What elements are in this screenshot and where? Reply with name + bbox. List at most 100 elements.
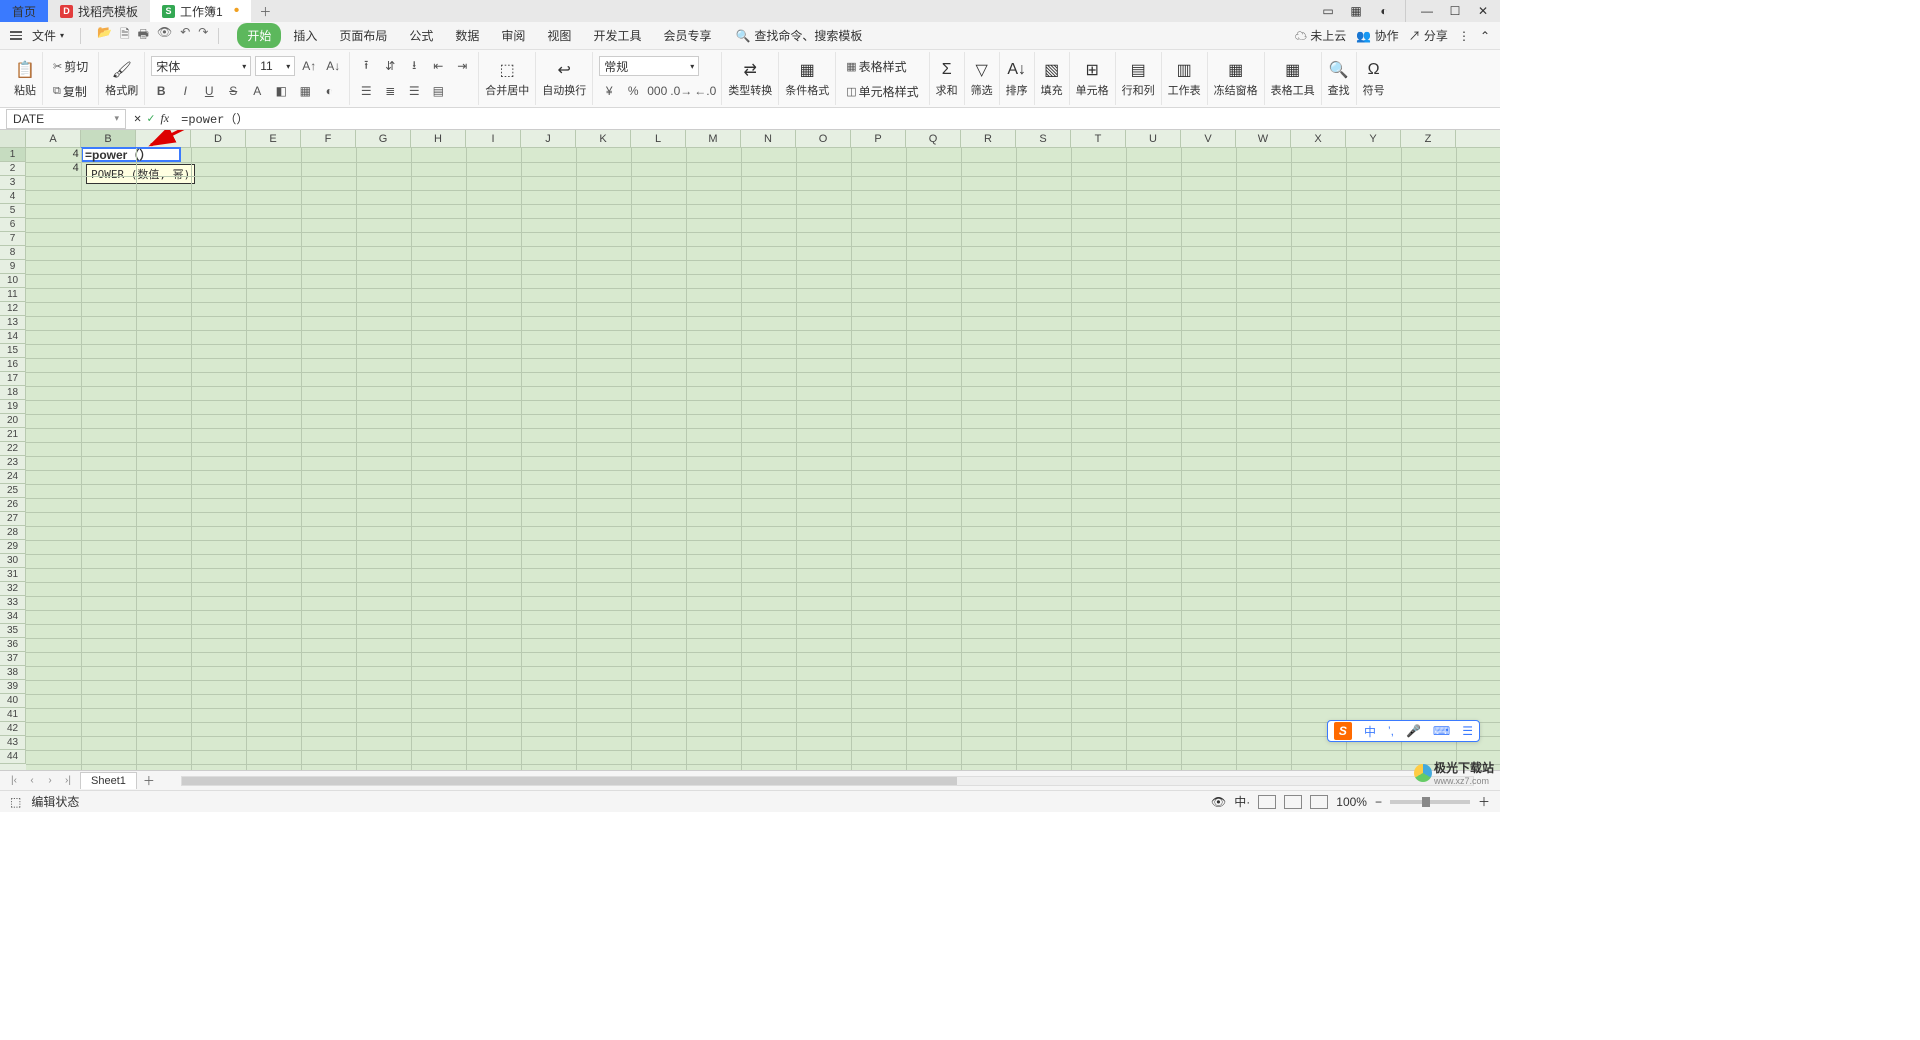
row-header-22[interactable]: 22 <box>0 442 26 456</box>
col-header-A[interactable]: A <box>26 130 81 147</box>
tab-dev[interactable]: 开发工具 <box>583 23 651 48</box>
row-header-32[interactable]: 32 <box>0 582 26 596</box>
col-header-X[interactable]: X <box>1291 130 1346 147</box>
name-box[interactable]: DATE▾ <box>6 109 126 129</box>
col-header-U[interactable]: U <box>1126 130 1181 147</box>
row-header-19[interactable]: 19 <box>0 400 26 414</box>
row-header-30[interactable]: 30 <box>0 554 26 568</box>
undo-icon[interactable]: ↶ <box>180 25 190 46</box>
col-header-S[interactable]: S <box>1016 130 1071 147</box>
table-style-button[interactable]: ▦ 表格样式 <box>842 56 922 77</box>
merge-button[interactable]: ⬚合并居中 <box>485 60 529 98</box>
indent-dec-icon[interactable]: ⇤ <box>428 56 448 76</box>
row-header-25[interactable]: 25 <box>0 484 26 498</box>
ime-punct[interactable]: ’, <box>1382 724 1400 738</box>
number-format-select[interactable]: 常规▾ <box>599 56 699 76</box>
row-header-24[interactable]: 24 <box>0 470 26 484</box>
align-middle-icon[interactable]: ⇵ <box>380 56 400 76</box>
formula-input[interactable]: =power（） <box>177 110 1500 127</box>
row-header-8[interactable]: 8 <box>0 246 26 260</box>
col-header-O[interactable]: O <box>796 130 851 147</box>
row-header-39[interactable]: 39 <box>0 680 26 694</box>
row-header-33[interactable]: 33 <box>0 596 26 610</box>
print-icon[interactable]: 🖶 <box>138 25 149 46</box>
italic-button[interactable]: I <box>175 81 195 101</box>
ime-voice-icon[interactable]: 🎤 <box>1400 724 1427 738</box>
sum-button[interactable]: Σ求和 <box>936 60 958 98</box>
maximize-button[interactable]: ☐ <box>1446 2 1464 20</box>
grow-font-icon[interactable]: A↑ <box>299 56 319 76</box>
row-header-35[interactable]: 35 <box>0 624 26 638</box>
col-header-G[interactable]: G <box>356 130 411 147</box>
row-header-11[interactable]: 11 <box>0 288 26 302</box>
row-header-15[interactable]: 15 <box>0 344 26 358</box>
col-header-Q[interactable]: Q <box>906 130 961 147</box>
row-header-9[interactable]: 9 <box>0 260 26 274</box>
tab-insert[interactable]: 插入 <box>283 23 327 48</box>
bold-button[interactable]: B <box>151 81 171 101</box>
col-header-D[interactable]: D <box>191 130 246 147</box>
highlight-button[interactable]: ◐ <box>319 81 339 101</box>
row-header-34[interactable]: 34 <box>0 610 26 624</box>
filter-button[interactable]: ▽筛选 <box>971 60 993 98</box>
strike-button[interactable]: S <box>223 81 243 101</box>
row-header-31[interactable]: 31 <box>0 568 26 582</box>
dec-dec-icon[interactable]: ←.0 <box>695 81 715 101</box>
ime-toolbar[interactable]: S 中 ’, 🎤 ⌨ ☰ <box>1327 720 1480 742</box>
col-header-N[interactable]: N <box>741 130 796 147</box>
row-header-13[interactable]: 13 <box>0 316 26 330</box>
close-button[interactable]: ✕ <box>1474 2 1492 20</box>
ime-settings-icon[interactable]: ☰ <box>1456 724 1479 738</box>
dec-inc-icon[interactable]: .0→ <box>671 81 691 101</box>
row-header-38[interactable]: 38 <box>0 666 26 680</box>
tab-layout[interactable]: 页面布局 <box>329 23 397 48</box>
preview-icon[interactable]: 👁 <box>157 25 172 46</box>
paste-button[interactable]: 📋粘贴 <box>14 60 36 98</box>
tab-data[interactable]: 数据 <box>445 23 489 48</box>
row-header-44[interactable]: 44 <box>0 750 26 764</box>
row-header-37[interactable]: 37 <box>0 652 26 666</box>
new-tab-button[interactable]: ＋ <box>251 0 279 22</box>
tab-view[interactable]: 视图 <box>537 23 581 48</box>
view-pagelayout-icon[interactable] <box>1284 795 1302 809</box>
zoom-slider[interactable] <box>1390 800 1470 804</box>
row-header-18[interactable]: 18 <box>0 386 26 400</box>
col-header-J[interactable]: J <box>521 130 576 147</box>
sheet-first-icon[interactable]: |‹ <box>6 773 22 789</box>
font-name-select[interactable]: 宋体▾ <box>151 56 251 76</box>
row-header-36[interactable]: 36 <box>0 638 26 652</box>
col-header-R[interactable]: R <box>961 130 1016 147</box>
font-color-button[interactable]: A <box>247 81 267 101</box>
open-icon[interactable]: 📂 <box>97 25 112 46</box>
col-header-V[interactable]: V <box>1181 130 1236 147</box>
save-icon[interactable]: 🗎 <box>120 25 130 46</box>
row-header-16[interactable]: 16 <box>0 358 26 372</box>
row-header-28[interactable]: 28 <box>0 526 26 540</box>
select-all-triangle[interactable] <box>0 130 26 147</box>
indent-inc-icon[interactable]: ⇥ <box>452 56 472 76</box>
tab-start[interactable]: 开始 <box>237 23 281 48</box>
cell-A2[interactable]: 4 <box>26 162 81 176</box>
col-header-K[interactable]: K <box>576 130 631 147</box>
sheet-prev-icon[interactable]: ‹ <box>24 773 40 789</box>
fill-button[interactable]: ▧填充 <box>1041 60 1063 98</box>
col-header-Z[interactable]: Z <box>1401 130 1456 147</box>
col-header-F[interactable]: F <box>301 130 356 147</box>
symbol-button[interactable]: Ω符号 <box>1363 60 1385 98</box>
col-header-B[interactable]: B <box>81 130 136 147</box>
cell-A1[interactable]: 4 <box>26 148 81 162</box>
row-header-29[interactable]: 29 <box>0 540 26 554</box>
cut-button[interactable]: ✂ 剪切 <box>49 56 92 77</box>
record-icon[interactable]: ⬚ <box>10 795 21 809</box>
sheet-next-icon[interactable]: › <box>42 773 58 789</box>
horizontal-scrollbar[interactable] <box>181 776 1474 786</box>
zoom-out-button[interactable]: − <box>1375 795 1382 809</box>
row-header-17[interactable]: 17 <box>0 372 26 386</box>
col-header-T[interactable]: T <box>1071 130 1126 147</box>
row-header-42[interactable]: 42 <box>0 722 26 736</box>
file-menu[interactable]: 文件▾ <box>26 24 70 47</box>
row-header-27[interactable]: 27 <box>0 512 26 526</box>
row-header-7[interactable]: 7 <box>0 232 26 246</box>
command-search[interactable]: 🔍 查找命令、搜索模板 <box>735 27 862 44</box>
col-header-I[interactable]: I <box>466 130 521 147</box>
